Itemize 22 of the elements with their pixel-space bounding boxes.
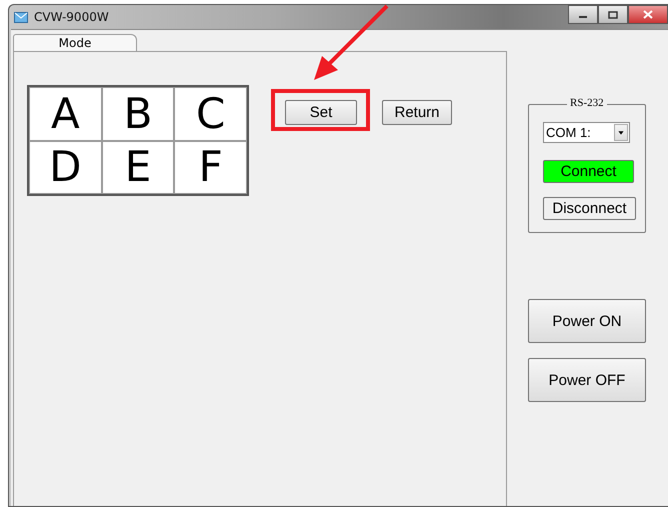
return-button[interactable]: Return — [382, 100, 452, 125]
power-off-button[interactable]: Power OFF — [528, 358, 646, 402]
grid-cell[interactable]: A — [29, 87, 102, 140]
grid-cell[interactable]: E — [102, 140, 174, 194]
connect-button[interactable]: Connect — [543, 160, 634, 183]
tab[interactable]: Mode — [13, 34, 137, 51]
power-on-button[interactable]: Power ON — [528, 299, 646, 343]
grid-cell[interactable]: B — [102, 87, 174, 140]
window-title: CVW-9000W — [34, 10, 109, 24]
maximize-icon — [608, 10, 618, 18]
close-icon — [643, 10, 653, 19]
disconnect-button[interactable]: Disconnect — [543, 197, 636, 220]
minimize-button[interactable] — [568, 5, 598, 24]
set-button[interactable]: Set — [285, 100, 357, 125]
app-icon — [14, 12, 28, 22]
grid-cell[interactable]: F — [174, 140, 247, 194]
close-button[interactable] — [628, 5, 668, 24]
maximize-button[interactable] — [598, 5, 628, 24]
grid-cell[interactable]: C — [174, 87, 247, 140]
grid-cell[interactable]: D — [29, 140, 102, 194]
group-title: RS-232 — [567, 97, 607, 109]
port-dropdown[interactable]: COM 1: — [543, 122, 630, 143]
